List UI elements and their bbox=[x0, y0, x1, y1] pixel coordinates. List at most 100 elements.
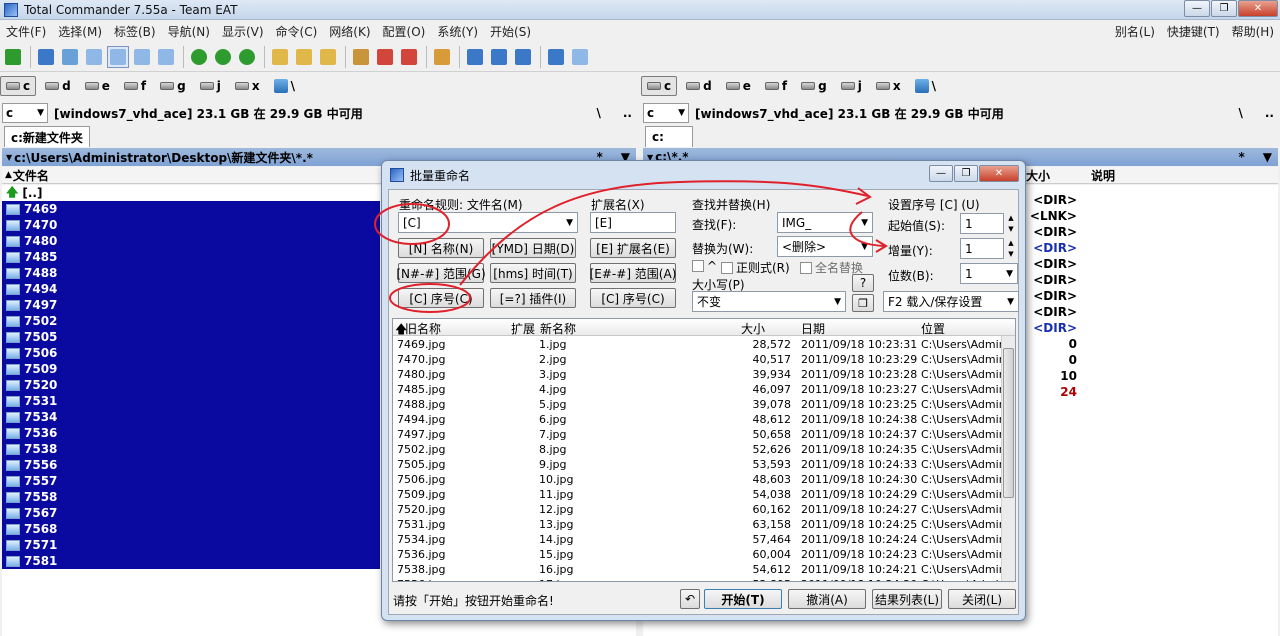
tab-right-c[interactable]: c: bbox=[645, 126, 693, 147]
list-item[interactable]: 7581 bbox=[2, 553, 380, 569]
list-item[interactable]: 7536 bbox=[2, 425, 380, 441]
next-icon[interactable] bbox=[236, 46, 258, 68]
table-row[interactable]: 7480.jpg 3.jpg 39,934 2011/09/18 10:23:28 C:… bbox=[393, 368, 1015, 383]
menu-item[interactable]: 文件(F) bbox=[0, 23, 52, 40]
minimize-button[interactable]: — bbox=[1184, 0, 1210, 17]
col-old-name[interactable]: 旧名称 bbox=[405, 320, 441, 337]
menu-item[interactable]: 标签(B) bbox=[108, 23, 162, 40]
right-parent-button[interactable]: .. bbox=[1265, 106, 1274, 120]
tools-icon[interactable] bbox=[512, 46, 534, 68]
copy-icon[interactable]: ❐ bbox=[852, 294, 874, 312]
close-button[interactable]: ✕ bbox=[1238, 0, 1278, 17]
menu-item[interactable]: 显示(V) bbox=[216, 23, 270, 40]
table-row[interactable]: 7469.jpg 1.jpg 28,572 2011/09/18 10:23:31 C:… bbox=[393, 338, 1015, 353]
drive-button-x[interactable]: x bbox=[230, 76, 265, 96]
preview-scrollbar[interactable] bbox=[1001, 336, 1015, 581]
copy-names-icon[interactable] bbox=[545, 46, 567, 68]
drive-button-network[interactable]: \ bbox=[910, 76, 941, 96]
notepad-icon[interactable] bbox=[431, 46, 453, 68]
rename-preview-list[interactable]: 🡅 旧名称 扩展 新名称 大小 日期 位置 7469.jpg 1.jpg 28,57… bbox=[392, 318, 1016, 582]
list-item[interactable]: 7534 bbox=[2, 409, 380, 425]
counter-placeholder-button[interactable]: [C] 序号(C) bbox=[398, 288, 484, 308]
drive-button-g[interactable]: g bbox=[155, 76, 191, 96]
list-item[interactable]: 7488 bbox=[2, 265, 380, 281]
list-item[interactable]: 7556 bbox=[2, 457, 380, 473]
date-placeholder-button[interactable]: [YMD] 日期(D) bbox=[490, 238, 576, 258]
list-item[interactable]: 7470 bbox=[2, 217, 380, 233]
results-list-button[interactable]: 结果列表(L) bbox=[872, 589, 942, 609]
dialog-close-x-button[interactable]: ✕ bbox=[979, 165, 1019, 182]
col-new-name[interactable]: 新名称 bbox=[540, 320, 576, 337]
left-root-button[interactable]: \ bbox=[596, 106, 600, 120]
scrollbar-thumb[interactable] bbox=[1003, 348, 1014, 498]
tab-left-new-folder[interactable]: c:新建文件夹 bbox=[4, 126, 90, 147]
help-button[interactable]: ? bbox=[852, 274, 874, 292]
drive-button-g[interactable]: g bbox=[796, 76, 832, 96]
list-item[interactable]: 7494 bbox=[2, 281, 380, 297]
list-item[interactable]: 7485 bbox=[2, 249, 380, 265]
drive-button-j[interactable]: j bbox=[836, 76, 867, 96]
case-select[interactable]: 不变 ▼ bbox=[692, 291, 846, 312]
refresh-icon[interactable] bbox=[2, 46, 24, 68]
list-item[interactable]: 7571 bbox=[2, 537, 380, 553]
undo-button[interactable]: ↶ bbox=[680, 589, 700, 609]
replace-input[interactable]: <删除> ▼ bbox=[777, 236, 873, 257]
drive-button-d[interactable]: d bbox=[40, 76, 76, 96]
left-header-name[interactable]: 文件名 bbox=[13, 167, 49, 184]
list-item[interactable]: 7538 bbox=[2, 441, 380, 457]
digits-select[interactable]: 1 ▼ bbox=[960, 263, 1018, 284]
list-file-icon[interactable] bbox=[569, 46, 591, 68]
table-row[interactable]: 7534.jpg 14.jpg 57,464 2011/09/18 10:24:24 C… bbox=[393, 533, 1015, 548]
table-row[interactable]: 7485.jpg 4.jpg 46,097 2011/09/18 10:23:27 C:… bbox=[393, 383, 1015, 398]
col-ext[interactable]: 扩展 bbox=[511, 320, 535, 337]
sync-dirs-icon[interactable] bbox=[317, 46, 339, 68]
list-item[interactable]: 7509 bbox=[2, 361, 380, 377]
close-dialog-button[interactable]: 关闭(L) bbox=[948, 589, 1016, 609]
menu-item[interactable]: 帮助(H) bbox=[1226, 23, 1280, 40]
regex-checkbox[interactable]: 正则式(R) bbox=[721, 259, 790, 276]
drive-button-d[interactable]: d bbox=[681, 76, 717, 96]
dialog-maximize-button[interactable]: ❐ bbox=[954, 165, 978, 182]
list-item[interactable]: 7502 bbox=[2, 313, 380, 329]
drive-button-c[interactable]: c bbox=[641, 76, 678, 96]
drive-button-f[interactable]: f bbox=[119, 76, 151, 96]
list-item[interactable]: 7520 bbox=[2, 377, 380, 393]
ftp-icon[interactable] bbox=[374, 46, 396, 68]
multi-rename-icon[interactable] bbox=[293, 46, 315, 68]
table-row[interactable]: 7536.jpg 15.jpg 60,004 2011/09/18 10:24:23 C… bbox=[393, 548, 1015, 563]
archive-icon[interactable] bbox=[350, 46, 372, 68]
brief-view-icon[interactable] bbox=[83, 46, 105, 68]
network-icon[interactable] bbox=[464, 46, 486, 68]
forward-icon[interactable] bbox=[212, 46, 234, 68]
left-parent-button[interactable]: .. bbox=[623, 106, 632, 120]
list-item[interactable]: 7568 bbox=[2, 521, 380, 537]
start-input[interactable]: 1 bbox=[960, 213, 1004, 234]
drive-button-j[interactable]: j bbox=[195, 76, 226, 96]
drive-button-e[interactable]: e bbox=[721, 76, 756, 96]
table-row[interactable]: 7538.jpg 16.jpg 54,612 2011/09/18 10:24:21 C… bbox=[393, 563, 1015, 578]
drive-button-c[interactable]: c bbox=[0, 76, 37, 96]
menu-item[interactable]: 系统(Y) bbox=[431, 23, 484, 40]
right-root-button[interactable]: \ bbox=[1238, 106, 1242, 120]
rename-rule-input[interactable]: [C] ▼ bbox=[398, 212, 578, 233]
extension-counter-button[interactable]: [C] 序号(C) bbox=[590, 288, 676, 308]
menu-item[interactable]: 导航(N) bbox=[162, 23, 216, 40]
name-range-button[interactable]: [N#-#] 范围(G) bbox=[396, 263, 486, 283]
list-item[interactable]: 7505 bbox=[2, 329, 380, 345]
table-row[interactable]: 7488.jpg 5.jpg 39,078 2011/09/18 10:23:25 C:… bbox=[393, 398, 1015, 413]
right-history-button[interactable]: ▼ bbox=[1263, 150, 1272, 164]
col-size[interactable]: 大小 bbox=[741, 320, 765, 337]
menu-item[interactable]: 网络(K) bbox=[323, 23, 376, 40]
tree-icon[interactable] bbox=[59, 46, 81, 68]
start-button[interactable]: 开始(T) bbox=[704, 589, 782, 609]
dialog-minimize-button[interactable]: — bbox=[929, 165, 953, 182]
menu-item[interactable]: 选择(M) bbox=[52, 23, 108, 40]
table-row[interactable]: 7506.jpg 10.jpg 48,603 2011/09/18 10:24:30 C… bbox=[393, 473, 1015, 488]
list-view-icon[interactable] bbox=[155, 46, 177, 68]
cancel-button[interactable]: 撤消(A) bbox=[788, 589, 866, 609]
table-row[interactable]: 7505.jpg 9.jpg 53,593 2011/09/18 10:24:33 C:… bbox=[393, 458, 1015, 473]
drive-button-x[interactable]: x bbox=[871, 76, 906, 96]
menu-item[interactable]: 命令(C) bbox=[270, 23, 324, 40]
find-input[interactable]: IMG_ ▼ bbox=[777, 212, 873, 233]
list-item[interactable]: 7497 bbox=[2, 297, 380, 313]
